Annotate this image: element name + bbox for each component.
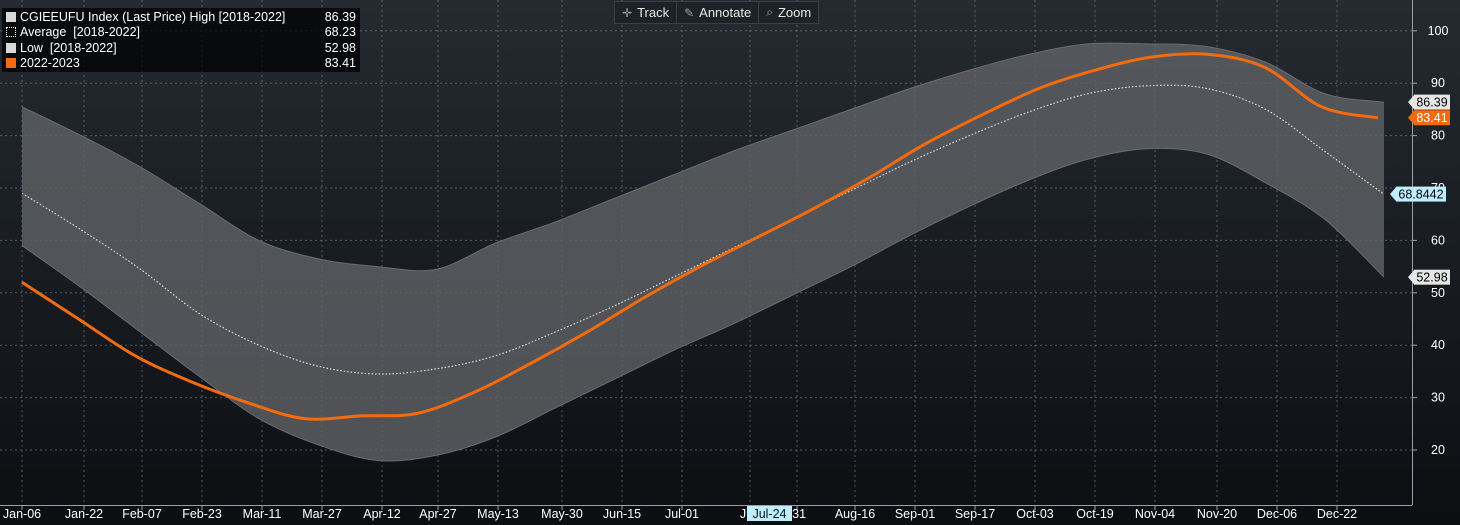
last-value-pointer: [1408, 110, 1414, 125]
y-axis: 2030405060708090100: [1412, 0, 1448, 505]
x-tick-label: Feb-23: [182, 507, 222, 521]
last-value-pointer: [1408, 270, 1414, 285]
seasonality-chart: 2030405060708090100 Jan-06Jan-22Feb-07Fe…: [0, 0, 1450, 521]
x-tick-label: Jan-06: [3, 507, 41, 521]
range-band: [21, 42, 1385, 462]
x-tick-label: Sep-01: [895, 507, 935, 521]
x-tick-label: Oct-19: [1076, 507, 1114, 521]
crosshair-icon: ✛: [622, 5, 633, 20]
last-value-labels: 86.3983.41 68.8442 52.98: [1390, 94, 1450, 285]
last-value-label: 52.98: [1416, 271, 1447, 285]
legend-swatch: [6, 27, 16, 38]
x-tick-label: Dec-06: [1257, 507, 1297, 521]
y-tick-label: 100: [1428, 24, 1449, 38]
x-tick-label: Aug-16: [835, 507, 875, 521]
high-low-band: [22, 43, 1384, 461]
cursor-date-label: Jul-24: [752, 507, 786, 521]
y-tick-label: 30: [1431, 391, 1445, 405]
x-tick-label: Mar-27: [302, 507, 342, 521]
legend-label: CGIEEUFU Index (Last Price) High [2018-2…: [20, 9, 286, 24]
legend-item-average[interactable]: Average [2018-2022] 68.23: [2, 25, 360, 41]
legend-value: 68.23: [324, 25, 356, 40]
x-tick-label: Dec-22: [1317, 507, 1357, 521]
x-tick-label: Apr-12: [363, 507, 401, 521]
legend-value: 86.39: [324, 9, 356, 24]
annotate-button[interactable]: ✎ Annotate: [677, 2, 760, 23]
x-tick-label: Sep-17: [955, 507, 995, 521]
zoom-button[interactable]: ⌕ Zoom: [759, 2, 818, 23]
x-tick-label: Oct-03: [1016, 507, 1054, 521]
track-button[interactable]: ✛ Track: [615, 2, 678, 23]
legend-value: 52.98: [324, 40, 356, 55]
legend-label: Low [2018-2022]: [20, 40, 117, 55]
x-tick-label: May-13: [477, 507, 519, 521]
y-tick-label: 90: [1431, 76, 1445, 90]
last-value-pointer: [1408, 95, 1414, 110]
x-tick-label: Jul-01: [665, 507, 699, 521]
chart-toolbar: ✛ Track ✎ Annotate ⌕ Zoom: [614, 1, 820, 24]
legend-label: 2022-2023: [20, 56, 80, 71]
y-tick-label: 60: [1431, 233, 1445, 247]
y-tick-label: 40: [1431, 338, 1445, 352]
last-value-label: 83.41: [1416, 111, 1447, 125]
x-tick-label: Jan-22: [65, 507, 103, 521]
legend-swatch: [6, 58, 16, 69]
x-tick-label: Nov-20: [1197, 507, 1237, 521]
legend-item-low[interactable]: Low [2018-2022] 52.98: [2, 40, 360, 56]
x-axis: Jan-06 Jan-22 Feb-07 Feb-23 Mar-11 Mar-27 Apr-…: [0, 505, 1412, 521]
legend-label: Average [2018-2022]: [20, 25, 141, 40]
last-value-label: 68.8442: [1398, 188, 1443, 202]
x-tick-label: Feb-07: [122, 507, 162, 521]
last-value-label: 86.39: [1416, 96, 1447, 110]
legend-item-high[interactable]: CGIEEUFU Index (Last Price) High [2018-2…: [2, 9, 360, 25]
legend-value: 83.41: [324, 56, 356, 71]
annotate-label: Annotate: [699, 5, 752, 20]
x-tick-label: Nov-04: [1135, 507, 1175, 521]
legend-item-2022-2023[interactable]: 2022-2023 83.41: [2, 56, 360, 72]
y-tick-label: 50: [1431, 286, 1445, 300]
pencil-icon: ✎: [684, 5, 695, 20]
chart-legend: CGIEEUFU Index (Last Price) High [2018-2…: [2, 8, 360, 72]
x-tick-label: Apr-27: [419, 507, 457, 521]
magnifier-icon: ⌕: [766, 5, 773, 19]
x-tick-label: May-30: [541, 507, 583, 521]
zoom-label: Zoom: [777, 5, 812, 20]
x-tick-label: Mar-11: [243, 507, 282, 521]
x-tick-label: Jun-15: [603, 507, 641, 521]
track-label: Track: [637, 5, 670, 20]
legend-swatch: [6, 11, 16, 22]
legend-swatch: [6, 42, 16, 53]
last-value-pointer: [1390, 187, 1396, 202]
y-tick-label: 80: [1431, 129, 1445, 143]
y-tick-label: 20: [1431, 443, 1445, 457]
